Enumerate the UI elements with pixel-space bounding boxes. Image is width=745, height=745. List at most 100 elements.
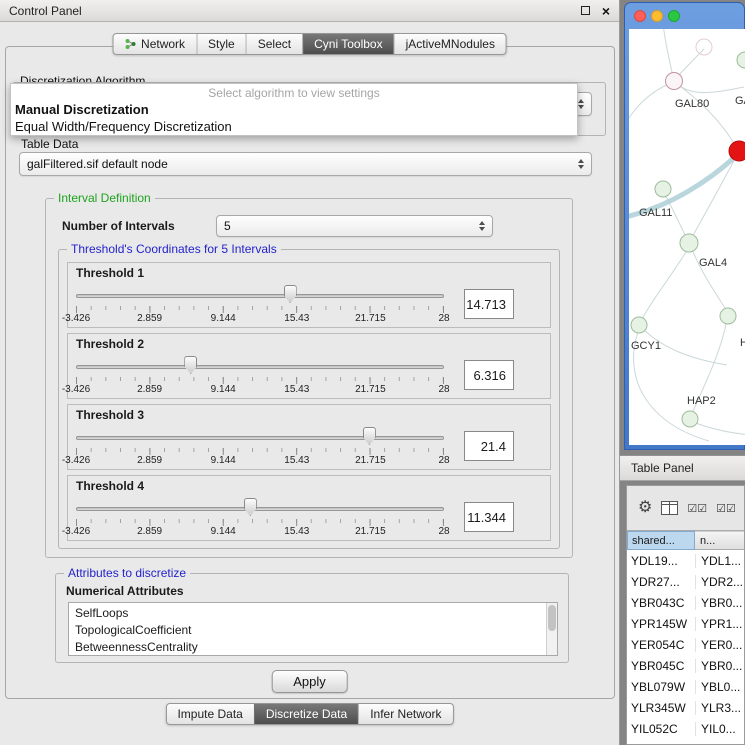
node[interactable] (737, 52, 745, 68)
table-row[interactable]: YPR145WYPR1... (627, 613, 744, 634)
threshold-3-slider[interactable]: -3.4262.8599.14415.4321.71528 (76, 424, 448, 468)
network-canvas[interactable]: GAL80 GA GAL11 GAL4 GCY1 H HAP2 (629, 29, 745, 445)
tab-select[interactable]: Select (246, 34, 302, 54)
tab-label: Cyni Toolbox (314, 37, 382, 51)
tab-impute-data[interactable]: Impute Data (166, 704, 253, 724)
tab-discretize-data[interactable]: Discretize Data (254, 704, 358, 724)
threshold-2-value-field[interactable]: 6.316 (464, 360, 514, 390)
cell[interactable]: YBR0... (695, 659, 744, 673)
dropdown-placeholder-item[interactable]: Select algorithm to view settings (11, 84, 577, 101)
close-icon[interactable]: × (602, 6, 610, 16)
tab-infer-network[interactable]: Infer Network (358, 704, 452, 724)
slider-major-ticks (76, 448, 444, 455)
node[interactable] (696, 39, 712, 55)
combo-arrows-icon (578, 99, 584, 109)
tab-label: Network (141, 37, 185, 51)
node[interactable] (655, 181, 671, 197)
column-header-name[interactable]: n... (695, 531, 744, 550)
table-row[interactable]: YLR345WYLR3... (627, 697, 744, 718)
float-window-icon[interactable] (581, 6, 590, 15)
tab-style[interactable]: Style (196, 34, 246, 54)
dropdown-option-equal-width[interactable]: Equal Width/Frequency Discretization (11, 118, 577, 135)
tab-jactivemnodules[interactable]: jActiveMNodules (394, 34, 506, 54)
algorithm-dropdown-popup: Select algorithm to view settings Manual… (10, 83, 578, 136)
cell[interactable]: YBL079W (627, 680, 695, 694)
cell[interactable]: YBL0... (695, 680, 744, 694)
slider-track[interactable] (76, 294, 444, 298)
table-data-value: galFiltered.sif default node (27, 157, 168, 171)
cell[interactable]: YER0... (695, 638, 744, 652)
panel-title: Control Panel (9, 4, 82, 18)
tab-network[interactable]: Network (113, 34, 196, 54)
cell[interactable]: YBR045C (627, 659, 695, 673)
slider-thumb[interactable] (184, 356, 197, 374)
threshold-1-slider[interactable]: -3.4262.8599.14415.4321.71528 (76, 282, 448, 326)
table-row[interactable]: YBR045CYBR0... (627, 655, 744, 676)
threshold-4-value-field[interactable]: 11.344 (464, 502, 514, 532)
threshold-label: Threshold 1 (76, 266, 542, 282)
node-label-hap2: HAP2 (687, 395, 716, 407)
attributes-list[interactable]: SelfLoops TopologicalCoefficient Between… (68, 602, 558, 656)
cell[interactable]: YDL19... (627, 554, 695, 568)
tab-cyni-toolbox[interactable]: Cyni Toolbox (302, 34, 393, 54)
threshold-3-value-field[interactable]: 21.4 (464, 431, 514, 461)
node-hap2[interactable] (682, 411, 698, 427)
bottom-tabbar: Impute Data Discretize Data Infer Networ… (165, 703, 453, 725)
slider-thumb[interactable] (244, 498, 257, 516)
node-label-partial: H (740, 337, 745, 349)
cell[interactable]: YDR27... (627, 575, 695, 589)
list-item[interactable]: BetweennessCentrality (69, 639, 557, 656)
table-row[interactable]: YIL052CYIL0... (627, 718, 744, 739)
dropdown-option-manual-discretization[interactable]: Manual Discretization (11, 101, 577, 118)
select-rows-icon[interactable]: ☑☑ (716, 502, 736, 515)
slider-track[interactable] (76, 507, 444, 511)
number-of-intervals-combobox[interactable]: 5 (216, 215, 493, 237)
slider-track[interactable] (76, 436, 444, 440)
cell[interactable]: YDR2... (695, 575, 744, 589)
node[interactable] (720, 308, 736, 324)
slider-thumb[interactable] (363, 427, 376, 445)
threshold-2-slider[interactable]: -3.4262.8599.14415.4321.71528 (76, 353, 448, 397)
cell[interactable]: YBR0... (695, 596, 744, 610)
gear-icon[interactable]: ⚙ (638, 500, 652, 516)
table-row[interactable]: YDL19...YDL1... (627, 550, 744, 571)
select-all-icon[interactable]: ☑☑ (687, 502, 707, 515)
attributes-scrollbar[interactable] (546, 603, 557, 655)
node-label-gal80: GAL80 (675, 98, 709, 110)
cell[interactable]: YBR043C (627, 596, 695, 610)
column-header-shared-name[interactable]: shared... (627, 531, 695, 550)
table-panel-window: ⚙ ☑☑ ☑☑ shared... n... YDL19...YDL1... Y… (626, 485, 745, 745)
thresholds-group-title: Threshold's Coordinates for 5 Intervals (67, 242, 281, 256)
table-row[interactable]: YBR043CYBR0... (627, 592, 744, 613)
list-item[interactable]: TopologicalCoefficient (69, 622, 557, 639)
cell[interactable]: YPR1... (695, 617, 744, 631)
node-gal80[interactable] (666, 73, 683, 90)
cell[interactable]: YDL1... (695, 554, 744, 568)
cell[interactable]: YIL052C (627, 722, 695, 736)
mac-close-button[interactable] (634, 10, 646, 22)
list-item[interactable]: SelfLoops (69, 605, 557, 622)
threshold-4-slider[interactable]: -3.4262.8599.14415.4321.71528 (76, 495, 448, 539)
mac-minimize-button[interactable] (651, 10, 663, 22)
slider-track[interactable] (76, 365, 444, 369)
threshold-1-value-field[interactable]: 14.713 (464, 289, 514, 319)
cell[interactable]: YLR3... (695, 701, 744, 715)
table-data-combobox[interactable]: galFiltered.sif default node (19, 152, 592, 176)
apply-button[interactable]: Apply (271, 670, 348, 693)
cell[interactable]: YER054C (627, 638, 695, 652)
table-row[interactable]: YDR27...YDR2... (627, 571, 744, 592)
node-gcy1[interactable] (631, 317, 647, 333)
table-row[interactable]: YER054CYER0... (627, 634, 744, 655)
cell[interactable]: YLR345W (627, 701, 695, 715)
slider-thumb[interactable] (284, 285, 297, 303)
scrollbar-thumb[interactable] (548, 605, 556, 631)
columns-icon[interactable] (661, 501, 678, 515)
cell[interactable]: YIL0... (695, 722, 744, 736)
node-gal4[interactable] (680, 234, 698, 252)
table-row[interactable]: YBL079WYBL0... (627, 676, 744, 697)
mac-zoom-button[interactable] (668, 10, 680, 22)
number-of-intervals-label: Number of Intervals (62, 219, 175, 233)
cell[interactable]: YPR145W (627, 617, 695, 631)
node-selected-red[interactable] (729, 141, 745, 161)
tab-label: Discretize Data (266, 707, 347, 721)
